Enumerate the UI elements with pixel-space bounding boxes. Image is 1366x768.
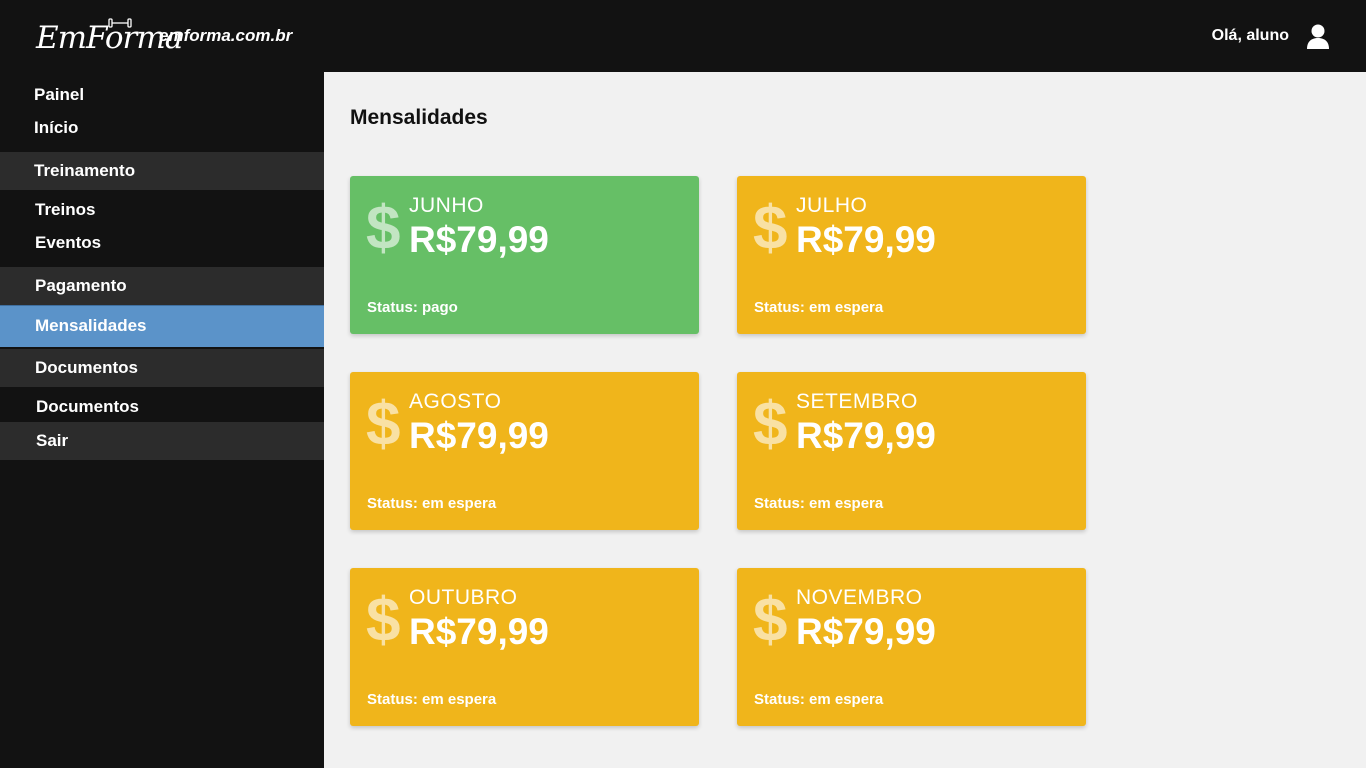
dollar-icon: $ xyxy=(366,586,401,655)
card-amount: R$79,99 xyxy=(796,219,936,260)
card-month: AGOSTO xyxy=(409,390,502,413)
sidebar-item-inicio[interactable]: Início xyxy=(34,118,78,138)
sidebar: Painel Início Treinamento Treinos Evento… xyxy=(0,72,324,768)
card-month: NOVEMBRO xyxy=(796,586,923,609)
sidebar-item-treinos[interactable]: Treinos xyxy=(35,200,95,220)
card-status: Status: em espera xyxy=(754,495,884,512)
sidebar-item-painel[interactable]: Painel xyxy=(34,85,84,105)
card-amount: R$79,99 xyxy=(409,219,549,260)
card-amount: R$79,99 xyxy=(796,611,936,652)
dollar-icon: $ xyxy=(753,390,788,459)
payment-card[interactable]: $ SETEMBRO R$79,99 Status: em espera xyxy=(737,372,1086,530)
dollar-icon: $ xyxy=(366,390,401,459)
card-amount: R$79,99 xyxy=(409,611,549,652)
payment-card[interactable]: $ OUTUBRO R$79,99 Status: em espera xyxy=(350,568,699,726)
payment-card[interactable]: $ JULHO R$79,99 Status: em espera xyxy=(737,176,1086,334)
page-title: Mensalidades xyxy=(350,106,488,129)
dollar-icon: $ xyxy=(753,194,788,263)
payment-card[interactable]: $ AGOSTO R$79,99 Status: em espera xyxy=(350,372,699,530)
sidebar-item-documentos[interactable]: Documentos xyxy=(36,397,139,417)
card-month: JUNHO xyxy=(409,194,484,217)
card-status: Status: pago xyxy=(367,299,458,316)
dollar-icon: $ xyxy=(366,194,401,263)
card-month: JULHO xyxy=(796,194,868,217)
card-status: Status: em espera xyxy=(754,299,884,316)
card-month: OUTUBRO xyxy=(409,586,518,609)
top-bar: EmForma emforma.com.br Olá, aluno xyxy=(0,0,1366,72)
user-icon[interactable] xyxy=(1307,24,1329,49)
card-status: Status: em espera xyxy=(367,691,497,708)
card-status: Status: em espera xyxy=(754,691,884,708)
sidebar-item-eventos[interactable]: Eventos xyxy=(35,233,101,253)
card-month: SETEMBRO xyxy=(796,390,918,413)
sidebar-section-pagamento: Pagamento xyxy=(0,267,324,305)
sidebar-item-mensalidades[interactable]: Mensalidades xyxy=(0,305,324,347)
user-greeting: Olá, aluno xyxy=(1211,27,1289,44)
sidebar-item-sair[interactable]: Sair xyxy=(0,422,324,460)
payment-card[interactable]: $ NOVEMBRO R$79,99 Status: em espera xyxy=(737,568,1086,726)
card-status: Status: em espera xyxy=(367,495,497,512)
payment-card[interactable]: $ JUNHO R$79,99 Status: pago xyxy=(350,176,699,334)
sidebar-section-documentos: Documentos xyxy=(0,349,324,387)
card-amount: R$79,99 xyxy=(796,415,936,456)
sidebar-section-treinamento: Treinamento xyxy=(0,152,324,190)
site-url[interactable]: emforma.com.br xyxy=(159,26,292,46)
dollar-icon: $ xyxy=(753,586,788,655)
card-amount: R$79,99 xyxy=(409,415,549,456)
logo[interactable]: EmForma xyxy=(36,14,183,58)
